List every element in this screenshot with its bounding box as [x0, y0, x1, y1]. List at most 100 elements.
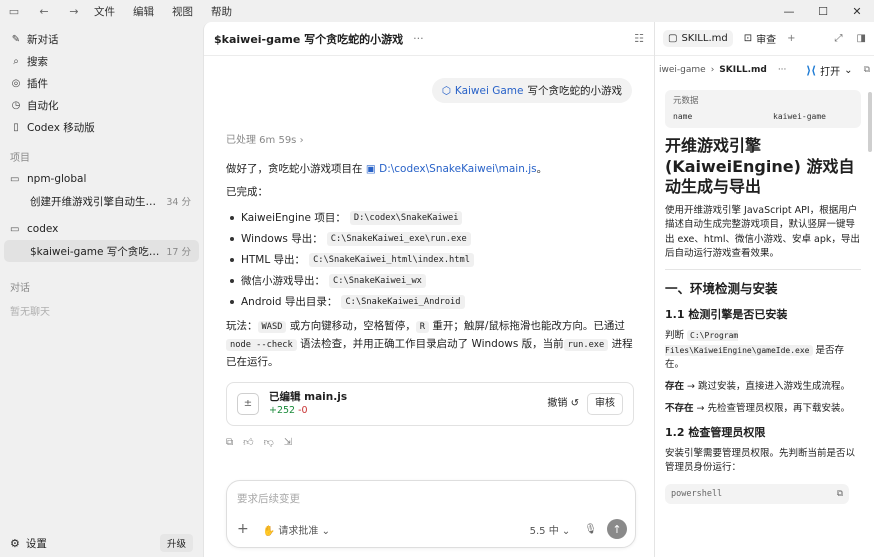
message-actions: ⧉ 👍︎ 👎︎ ⇲: [226, 436, 636, 450]
panel-toggle-icon[interactable]: ◨: [857, 33, 866, 44]
subsection-heading: 1.1 检测引擎是否已安装: [665, 307, 788, 321]
open-label: 打开: [820, 66, 841, 78]
thread-time: 34 分: [166, 197, 191, 208]
sidebar-item-label: 插件: [27, 77, 48, 90]
hand-icon: ✋: [262, 525, 276, 537]
window-icon[interactable]: ⧉: [864, 65, 870, 75]
sidebar-item-automation[interactable]: ◷ 自动化: [0, 94, 203, 116]
sidebar-item-plugins[interactable]: ◎ 插件: [0, 72, 203, 94]
undo-label: 撤销: [547, 397, 568, 409]
forward-arrow-icon[interactable]: →: [66, 5, 82, 18]
minimize-icon[interactable]: —: [772, 0, 806, 22]
tab-label: SKILL.md: [681, 33, 728, 44]
edit-stats: +252 -0: [269, 404, 347, 417]
item-label: Windows 导出：: [241, 232, 323, 245]
undo-icon: ↺: [570, 397, 579, 409]
play-text: 重开；触屏/鼠标拖滑也能改方向。已通过: [432, 320, 625, 333]
file-icon: ▣: [365, 163, 376, 175]
intro-line: 做好了，贪吃蛇小游戏项目在 ▣ D:\codex\SnakeKaiwei\mai…: [226, 162, 636, 177]
menu-file[interactable]: 文件: [94, 4, 115, 19]
folder-npm-global[interactable]: ▭ npm-global: [0, 168, 203, 190]
thread-item-active[interactable]: $kaiwei-game 写个贪吃蛇的小... 17 分: [4, 240, 199, 262]
review-icon: ⊡: [743, 33, 753, 44]
close-icon[interactable]: ✕: [840, 0, 874, 22]
tab-review[interactable]: ⊡ 审查: [739, 28, 781, 49]
menu-edit[interactable]: 编辑: [133, 4, 154, 19]
search-icon: ⌕: [13, 55, 19, 67]
clock-icon: ◷: [11, 99, 21, 111]
folder-label: npm-global: [27, 173, 87, 185]
additions-count: +252: [269, 404, 296, 416]
section-heading: 一、环境检测与安装: [665, 281, 778, 297]
doc-icon: ▢: [668, 33, 678, 44]
review-button[interactable]: 审核: [587, 392, 623, 415]
notexists-text: → 先检查管理员权限，再下载安装。: [696, 403, 851, 415]
notexists-paragraph: 不存在 → 先检查管理员权限，再下载安装。: [665, 402, 861, 416]
mic-icon[interactable]: 🎙︎: [584, 524, 597, 535]
divider: [665, 269, 861, 271]
chevron-down-icon: ⌄: [321, 525, 330, 537]
processed-status[interactable]: 已处理 6m 59s ›: [226, 134, 636, 148]
folder-icon: ▭: [10, 223, 20, 235]
settings-button[interactable]: 设置: [26, 536, 47, 551]
play-code: node --check: [226, 339, 297, 352]
menu-view[interactable]: 视图: [172, 4, 193, 19]
exists-label: 存在: [665, 381, 685, 393]
intro-text: 做好了，贪吃蛇小游戏项目在: [226, 163, 363, 175]
open-in-editor-button[interactable]: ⟩⟨ 打开 ⌄: [806, 63, 852, 78]
maximize-icon[interactable]: ☐: [806, 0, 840, 22]
chat-panel: $kaiwei-game 写个贪吃蛇的小游戏 ··· ☷ ⬡ Kaiwei Ga…: [203, 22, 654, 557]
play-text: 玩法：: [226, 320, 258, 333]
scrollbar[interactable]: [868, 92, 872, 152]
skill-tag[interactable]: Kaiwei Game: [455, 85, 524, 97]
thread-item[interactable]: 创建开维游戏引擎自动生成游戏 ... 34 分: [4, 190, 199, 212]
tab-skill-md[interactable]: ▢ SKILL.md: [663, 30, 733, 47]
add-tab-icon[interactable]: +: [787, 33, 795, 44]
file-link[interactable]: D:\codex\SnakeKaiwei\main.js: [379, 163, 537, 175]
done-label: 已完成：: [226, 185, 268, 198]
admin-paragraph: 安装引擎需要管理员权限。先判断当前是否以管理员身份运行：: [665, 448, 856, 474]
sidebar-item-label: Codex 移动版: [27, 121, 95, 134]
share-icon[interactable]: ⇲: [284, 436, 292, 450]
done-list: KaiweiEngine 项目： D:\codex\SnakeKaiwei Win…: [226, 207, 636, 312]
sidebar-item-search[interactable]: ⌕ 搜索: [0, 50, 203, 72]
chevron-down-icon: ⌄: [561, 525, 571, 537]
file-preview-panel: ▢ SKILL.md ⊡ 审查 + ⤢ ◨ iwei-game › SKILL.md…: [654, 22, 874, 557]
upgrade-button[interactable]: 升级: [159, 534, 193, 552]
approval-dropdown[interactable]: ✋ 请求批准 ⌄: [263, 522, 330, 537]
gear-icon[interactable]: ⚙: [10, 537, 20, 550]
menu-help[interactable]: 帮助: [211, 4, 232, 19]
sidebar-item-codex-mobile[interactable]: ▯ Codex 移动版: [0, 116, 203, 138]
thread-title: $kaiwei-game 写个贪吃蛇的小...: [30, 245, 162, 258]
undo-button[interactable]: 撤销 ↺: [547, 397, 579, 411]
model-selector[interactable]: 5.5 中 ⌄: [530, 522, 571, 537]
sidebar-item-new-chat[interactable]: ✎ 新对话: [0, 28, 203, 50]
expand-icon[interactable]: ⤢: [835, 33, 843, 44]
item-path: C:\SnakeKaiwei_wx: [329, 273, 426, 288]
back-arrow-icon[interactable]: ←: [36, 5, 52, 18]
model-label: 5.5 中: [529, 525, 559, 537]
more-icon[interactable]: ···: [778, 65, 787, 75]
metadata-key: name: [673, 111, 693, 121]
more-options-icon[interactable]: ···: [413, 32, 424, 45]
item-label: Android 导出目录：: [241, 295, 338, 308]
copy-icon[interactable]: ⧉: [226, 436, 233, 450]
settings-sliders-icon[interactable]: ☷: [634, 32, 644, 45]
subsection-heading: 1.2 检查管理员权限: [665, 425, 766, 439]
send-button[interactable]: ↑: [607, 519, 627, 539]
folder-codex[interactable]: ▭ codex: [0, 218, 203, 240]
thumbs-up-icon[interactable]: 👍︎: [243, 436, 253, 450]
composer-input[interactable]: 要求后续变更: [237, 491, 300, 506]
play-code: run.exe: [563, 339, 609, 352]
sidebar-toggle-icon[interactable]: ▭: [6, 5, 22, 18]
judge-paragraph: 判断 C:\Program Files\KaiweiEngine\gameIde…: [665, 329, 861, 372]
chevron-right-icon: ›: [299, 135, 304, 146]
sidebar: ✎ 新对话 ⌕ 搜索 ◎ 插件 ◷ 自动化 ▯ Codex 移动版 项目 ▭ n…: [0, 22, 203, 557]
add-attachment-icon[interactable]: +: [237, 521, 249, 537]
title-bar: ▭ ← → 文件 编辑 视图 帮助 — ☐ ✕: [0, 0, 874, 22]
judge-code: C:\Program Files\KaiweiEngine\gameIde.ex…: [665, 330, 813, 356]
copy-icon[interactable]: ⧉: [837, 488, 843, 501]
path-separator: ›: [710, 65, 715, 75]
thumbs-down-icon[interactable]: 👎︎: [264, 436, 274, 450]
path-segment[interactable]: iwei-game: [659, 65, 706, 75]
